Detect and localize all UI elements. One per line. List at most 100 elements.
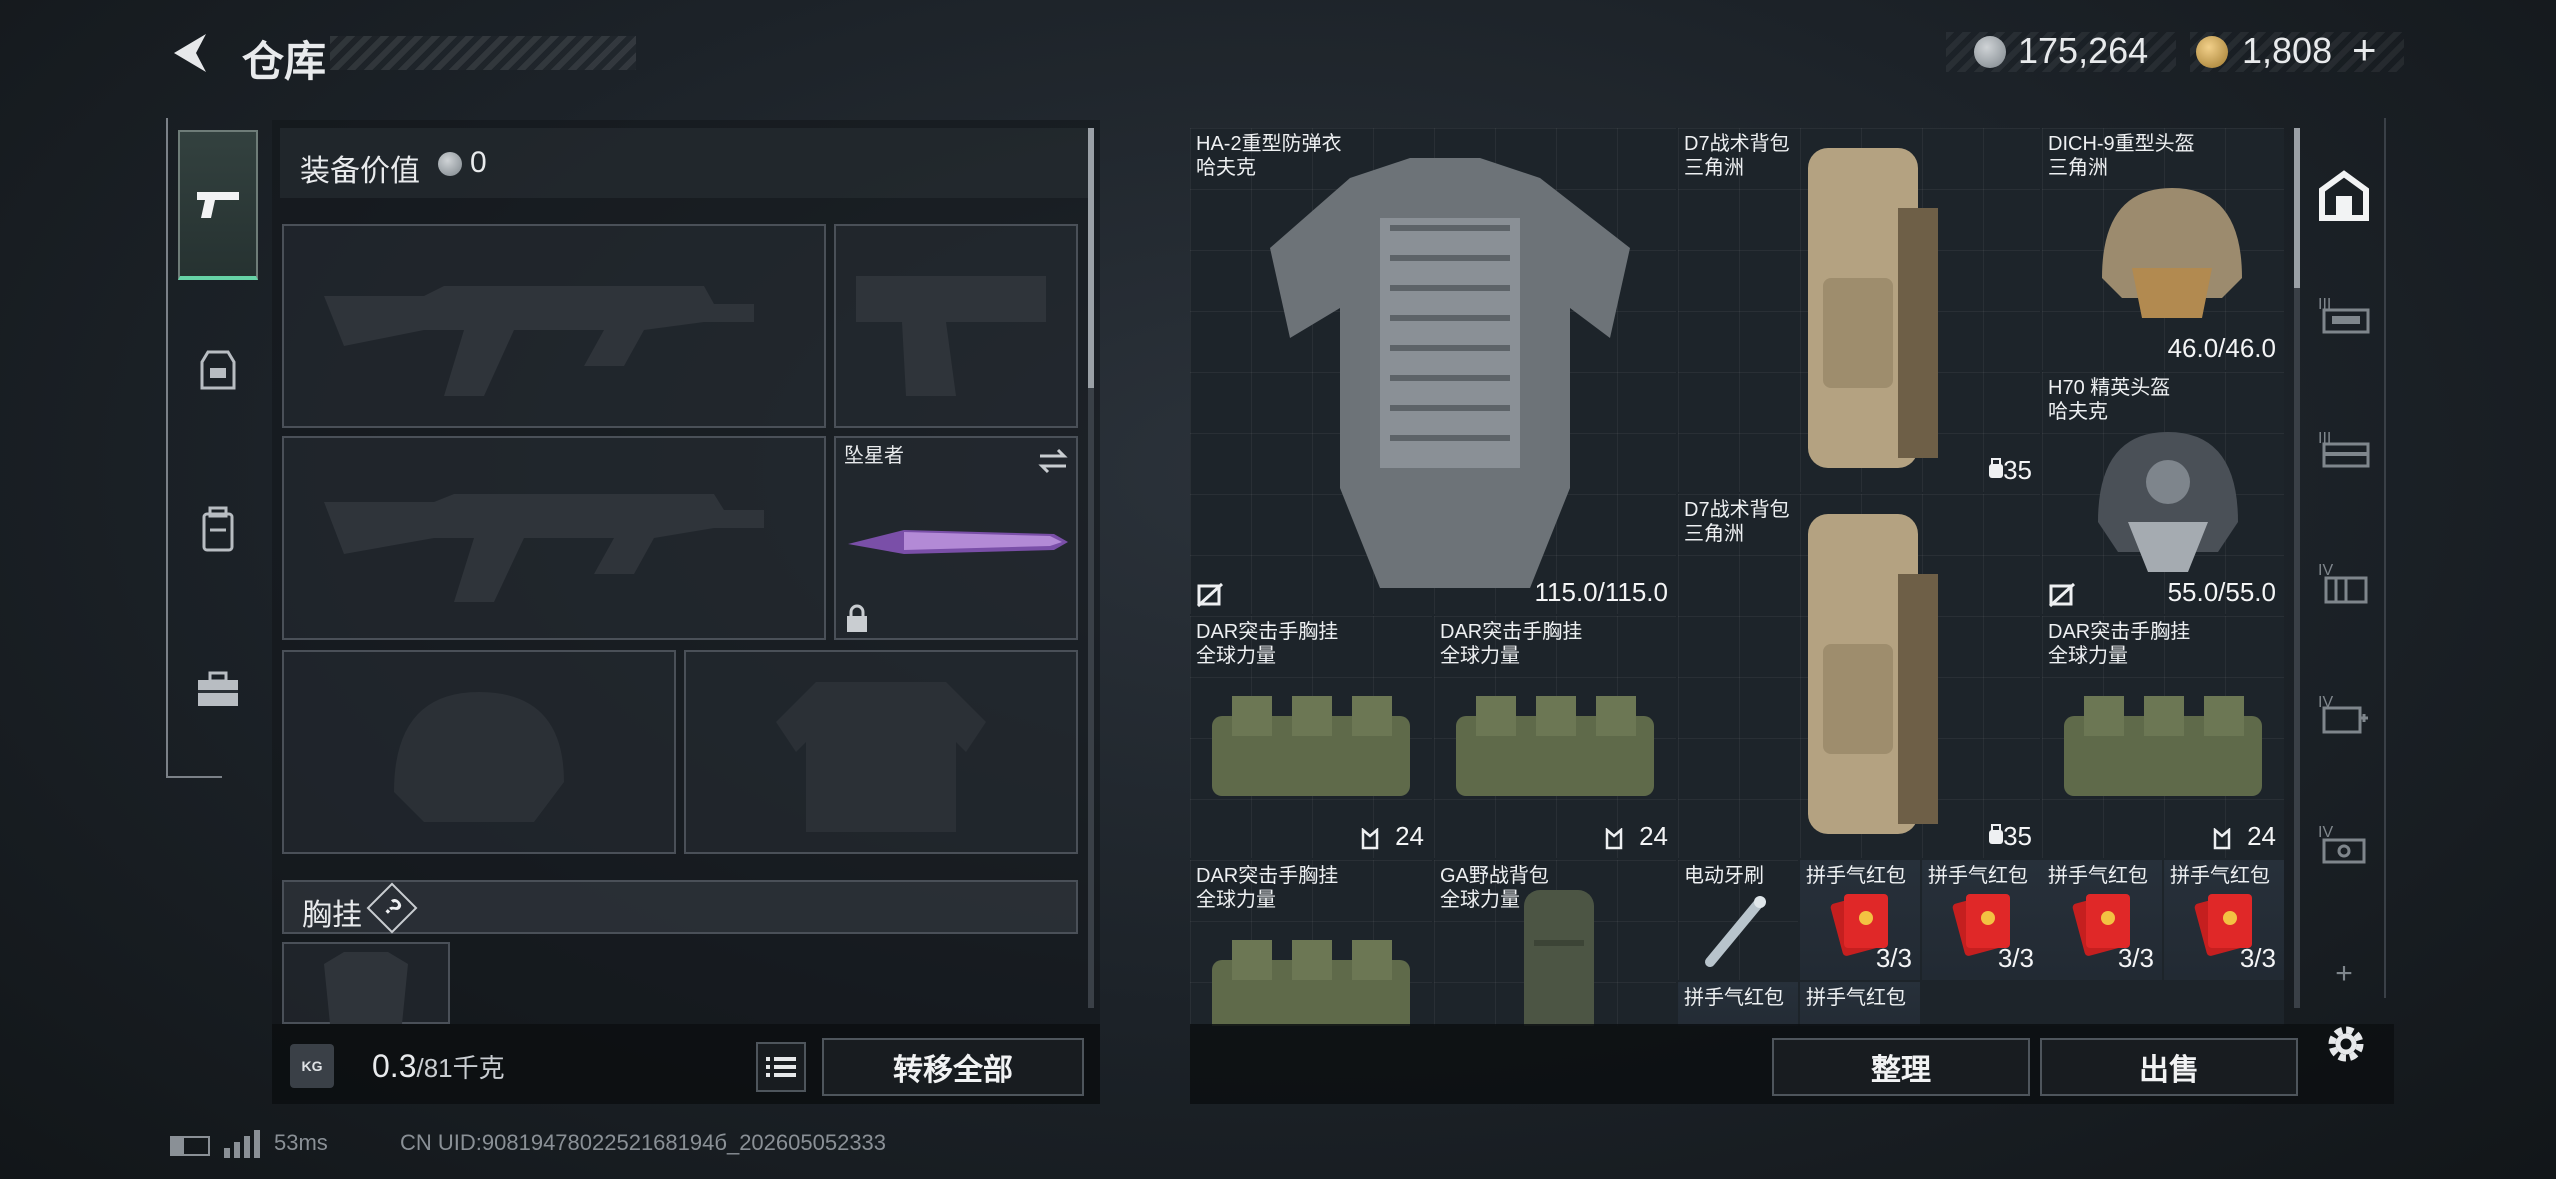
gold-coin-icon: [2196, 36, 2228, 68]
item-chest-rig-dar[interactable]: DAR突击手胸挂 全球力量 24: [1434, 616, 1676, 858]
armor-slot[interactable]: [684, 650, 1078, 854]
settings-button[interactable]: [2318, 1016, 2374, 1072]
filter-tier-4-medical[interactable]: IV: [2314, 688, 2374, 748]
item-armor-ha2[interactable]: HA-2重型防弹衣 哈夫克 115.0/115.0: [1190, 128, 1676, 614]
capacity: 24: [2247, 821, 2276, 851]
chest-rig-image: [1212, 696, 1410, 796]
list-icon: [766, 1057, 796, 1077]
item-name: 拼手气红包: [2048, 865, 2148, 887]
item-chest-rig-dar[interactable]: DAR突击手胸挂 全球力量 24: [1190, 616, 1432, 858]
signal-icon: [224, 1130, 260, 1158]
helmet-slot[interactable]: [282, 650, 676, 854]
melee-name: 坠星者: [844, 445, 904, 467]
tab-backpack[interactable]: [178, 450, 258, 610]
add-filter-button[interactable]: +: [2314, 954, 2374, 994]
weight-icon-label: KG: [301, 1058, 323, 1074]
help-icon[interactable]: ?: [366, 882, 418, 934]
helmet-image: [2098, 432, 2238, 572]
tier-label: IV: [2318, 562, 2334, 579]
chest-rig-image: [1456, 696, 1654, 796]
item-backpack-d7[interactable]: D7战术背包 三角洲 35: [1678, 494, 2040, 858]
item-chest-rig-dar[interactable]: DAR突击手胸挂 全球力量 24: [2042, 616, 2284, 858]
item-name: 拼手气红包: [1806, 865, 1906, 887]
filter-tier-3-case[interactable]: III: [2314, 424, 2374, 484]
item-chest-rig-dar[interactable]: DAR突击手胸挂 全球力量: [1190, 860, 1432, 1026]
briefcase-icon: [198, 671, 238, 706]
backpack-image: [1808, 148, 1938, 468]
item-red-packet[interactable]: 拼手气红包: [1678, 982, 1798, 1026]
item-red-packet[interactable]: 拼手气红包: [1800, 982, 1920, 1026]
tab-case[interactable]: [178, 610, 258, 770]
list-view-button[interactable]: [756, 1042, 806, 1092]
transfer-all-button[interactable]: 转移全部: [822, 1038, 1084, 1096]
title-decoration: [330, 36, 636, 70]
sell-button[interactable]: 出售: [2040, 1038, 2298, 1096]
swap-icon[interactable]: [1036, 446, 1070, 476]
sidearm-slot[interactable]: [834, 224, 1078, 428]
item-name: DAR突击手胸挂 全球力量: [1440, 621, 1583, 667]
secondary-weapon-slot[interactable]: [282, 436, 826, 640]
stash-icon: [2319, 170, 2369, 221]
filter-tier-4-tools[interactable]: IV: [2314, 818, 2374, 878]
silver-coin-icon: [438, 152, 462, 176]
stash-scroll-thumb[interactable]: [2294, 128, 2300, 288]
chest-rig-image: [1212, 940, 1410, 1026]
slots-icon: [2213, 828, 2231, 850]
item-name: DAR突击手胸挂 全球力量: [1196, 621, 1339, 667]
item-name: 拼手气红包: [1928, 865, 2028, 887]
uid: CN UID:9081947802252168194б_202605052333: [400, 1130, 887, 1155]
tab-weapons[interactable]: [178, 130, 258, 280]
item-name: 电动牙刷: [1684, 865, 1764, 887]
stack-count: 3/3: [2239, 943, 2276, 973]
chest-rig-slot[interactable]: [282, 942, 450, 1024]
gear-icon: [2328, 1026, 2364, 1062]
slots-icon: [1361, 828, 1379, 850]
item-name: D7战术背包 三角洲: [1684, 133, 1790, 179]
rifle-silhouette-icon: [324, 494, 764, 602]
item-helmet-dich9[interactable]: DICH-9重型头盔 三角洲 46.0/46.0: [2042, 128, 2284, 370]
back-button[interactable]: [166, 28, 216, 78]
filter-all[interactable]: [2314, 166, 2374, 226]
tier-label: III: [2318, 296, 2332, 313]
item-name: 拼手气红包: [1806, 987, 1906, 1009]
chest-rig-label: 胸挂: [302, 899, 362, 932]
loadout-scroll-thumb[interactable]: [1088, 128, 1094, 388]
item-toothbrush[interactable]: 电动牙刷: [1678, 860, 1798, 980]
page-title: 仓库: [242, 38, 327, 85]
gold-currency-value: 1,808: [2242, 30, 2333, 71]
primary-weapon-slot[interactable]: [282, 224, 826, 428]
durability: 55.0/55.0: [2167, 577, 2276, 607]
tab-gear[interactable]: [178, 290, 258, 450]
item-red-packet[interactable]: 拼手气红包 3/3: [1800, 860, 1920, 980]
item-helmet-h70[interactable]: H70 精英头盔 哈夫克 55.0/55.0: [2042, 372, 2284, 614]
capacity: 35: [2003, 455, 2032, 485]
sort-button[interactable]: 整理: [1772, 1038, 2030, 1096]
rig-silhouette-icon: [324, 952, 408, 1024]
vest-silhouette-icon: [776, 682, 986, 832]
back-arrow-icon: [174, 34, 206, 72]
no-insurance-icon: [2048, 582, 2076, 608]
melee-slot[interactable]: 坠星者: [834, 436, 1078, 640]
armor-icon: [200, 350, 236, 390]
capacity: 35: [2003, 821, 2032, 851]
backpack-image: [1524, 890, 1594, 1026]
add-currency-button[interactable]: +: [2352, 26, 2377, 74]
pistol-silhouette-icon: [856, 276, 1046, 396]
filter-tier-3-weapons[interactable]: III: [2314, 290, 2374, 350]
item-name: 拼手气红包: [1684, 987, 1784, 1009]
tier-label: IV: [2318, 824, 2334, 841]
item-backpack-ga[interactable]: GA野战背包 全球力量: [1434, 860, 1676, 1026]
item-red-packet[interactable]: 拼手气红包 3/3: [2164, 860, 2284, 980]
stash-grid: HA-2重型防弹衣 哈夫克 115.0/115.0 D7战术背包 三角洲 35 DI…: [1190, 128, 2284, 1026]
item-red-packet[interactable]: 拼手气红包 3/3: [1922, 860, 2042, 980]
backpack-icon: [202, 506, 234, 552]
helmet-silhouette-icon: [394, 692, 564, 822]
item-backpack-d7[interactable]: D7战术背包 三角洲 35: [1678, 128, 2040, 492]
toothbrush-image: [1705, 896, 1766, 967]
weight-current: 0.3: [372, 1048, 417, 1084]
tier-label: III: [2318, 430, 2332, 447]
filter-tier-4-container[interactable]: IV: [2314, 556, 2374, 616]
item-red-packet[interactable]: 拼手气红包 3/3: [2042, 860, 2162, 980]
tier-label: IV: [2318, 694, 2334, 711]
lock-icon: [847, 604, 867, 632]
